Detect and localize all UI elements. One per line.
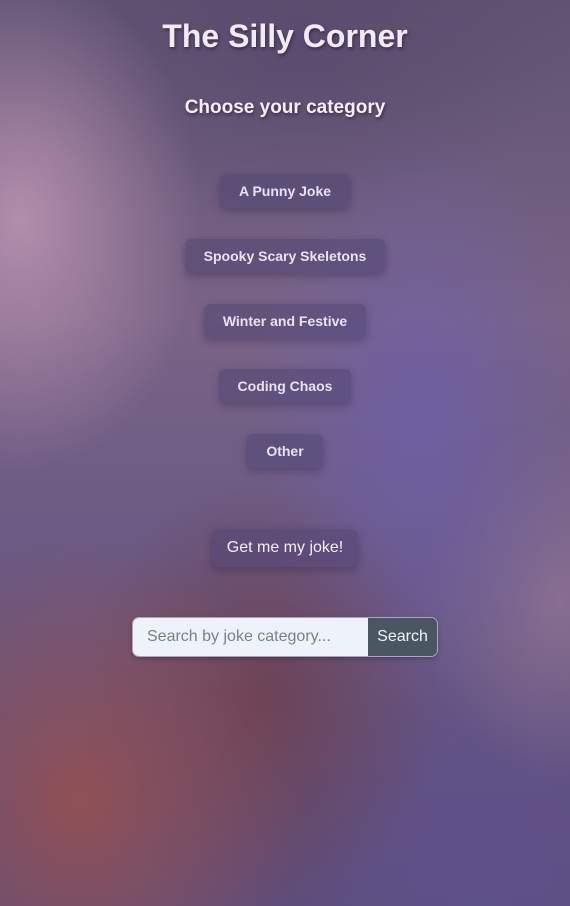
- category-button-punny-joke[interactable]: A Punny Joke: [219, 174, 351, 208]
- category-button-other[interactable]: Other: [247, 434, 323, 468]
- search-button[interactable]: Search: [368, 618, 437, 656]
- page-content: The Silly Corner Choose your category A …: [0, 0, 570, 906]
- get-joke-button[interactable]: Get me my joke!: [211, 529, 359, 567]
- search-bar: Search: [132, 617, 438, 657]
- search-input[interactable]: [133, 618, 368, 656]
- category-button-coding-chaos[interactable]: Coding Chaos: [218, 369, 352, 403]
- page-title: The Silly Corner: [162, 18, 408, 54]
- category-button-spooky-scary-skeletons[interactable]: Spooky Scary Skeletons: [184, 239, 386, 273]
- category-list: A Punny Joke Spooky Scary Skeletons Wint…: [0, 174, 570, 499]
- category-heading: Choose your category: [184, 97, 386, 118]
- category-button-winter-and-festive[interactable]: Winter and Festive: [203, 304, 367, 338]
